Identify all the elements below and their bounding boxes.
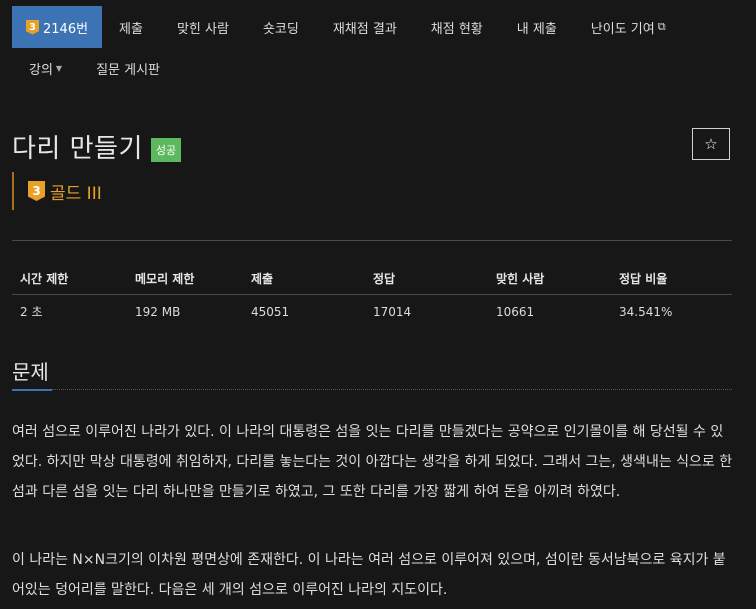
accept-ratio-value: 34.541%: [619, 304, 673, 319]
problem-paragraph: 여러 섬으로 이루어진 나라가 있다. 이 나라의 대통령은 섬을 잇는 다리를…: [12, 424, 733, 500]
header-accepted: 정답: [365, 262, 488, 295]
stats-row: 2 초 192 MB 45051 17014 10661 34.541%: [12, 295, 732, 329]
tab-difficulty-label: 난이도 기여: [590, 21, 655, 37]
problem-title: 다리 만들기: [12, 134, 143, 164]
problem-paragraph: 이 나라는 N×N크기의 이차원 평면상에 존재한다. 이 나라는 여러 섬으로…: [12, 552, 726, 598]
divider: [12, 240, 732, 241]
tab-my-submissions[interactable]: 내 제출: [500, 6, 574, 48]
submissions-value: 45051: [251, 304, 290, 319]
section-title: 문제: [12, 360, 49, 384]
tier-label: 골드 III: [50, 183, 102, 204]
tab-rejudge-results[interactable]: 재채점 결과: [316, 6, 414, 48]
tab-problem-label: 2146번: [43, 21, 89, 37]
tab-judge-status[interactable]: 채점 현황: [414, 6, 500, 48]
problem-tab-nav: 3 2146번 제출 맞힌 사람 숏코딩 재채점 결과 채점 현황 내 제출 난…: [12, 6, 683, 48]
solvers-value: 10661: [496, 304, 535, 319]
tab-question-board[interactable]: 질문 게시판: [79, 50, 177, 86]
tab-short-coding[interactable]: 숏코딩: [246, 6, 316, 48]
header-accept-ratio: 정답 비율: [611, 262, 732, 295]
caret-down-icon: ▼: [55, 63, 63, 73]
tab-solved-users[interactable]: 맞힌 사람: [160, 6, 246, 48]
gold-tier-icon: 3: [26, 19, 39, 35]
tab-lectures[interactable]: 강의 ▼: [12, 50, 79, 86]
star-icon: ☆: [704, 135, 718, 153]
accepted-value: 17014: [373, 304, 412, 319]
tab-lectures-label: 강의: [29, 62, 53, 78]
tab-difficulty-contribution[interactable]: 난이도 기여 ⧉: [574, 6, 683, 48]
section-underline: [12, 389, 732, 391]
stats-header-row: 시간 제한 메모리 제한 제출 정답 맞힌 사람 정답 비율: [12, 262, 732, 295]
time-limit-value: 2 초: [20, 305, 43, 319]
secondary-nav: 강의 ▼ 질문 게시판: [12, 50, 177, 86]
favorite-star-button[interactable]: ☆: [692, 128, 730, 160]
problem-stats-table: 시간 제한 메모리 제한 제출 정답 맞힌 사람 정답 비율 2 초 192 M…: [12, 262, 732, 328]
tab-submit[interactable]: 제출: [102, 6, 160, 48]
header-submissions: 제출: [243, 262, 365, 295]
solved-badge: 성공: [150, 137, 182, 162]
header-solvers: 맞힌 사람: [488, 262, 611, 295]
header-time-limit: 시간 제한: [12, 262, 127, 295]
tab-problem[interactable]: 3 2146번: [12, 6, 103, 48]
problem-header: 다리 만들기 성공: [12, 128, 182, 165]
problem-tier: 3 골드 III: [12, 172, 102, 210]
memory-limit-value: 192 MB: [135, 304, 181, 319]
gold-tier-icon: 3: [28, 181, 45, 201]
external-link-icon: ⧉: [657, 20, 666, 33]
header-memory-limit: 메모리 제한: [127, 262, 243, 295]
